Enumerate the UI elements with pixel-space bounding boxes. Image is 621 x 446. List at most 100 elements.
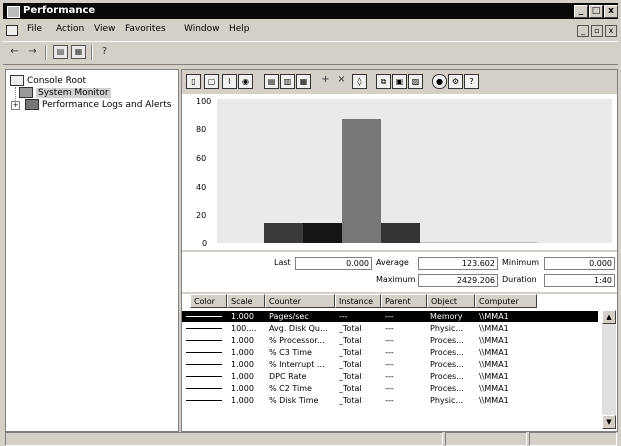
paste-counter-list-icon[interactable]: ▣ [392, 74, 407, 89]
freeze-display-icon[interactable]: ● [432, 74, 447, 89]
cell-parent: --- [385, 324, 394, 333]
folder-icon [10, 75, 24, 86]
vertical-scrollbar[interactable]: ▲ ▼ [602, 310, 616, 429]
y-tick-label: 80 [196, 125, 207, 134]
value-bar: Last 0.000 Average 123.602 Minimum 0.000… [182, 252, 617, 292]
counter-legend: Color Scale Counter Instance Parent Obje… [182, 294, 617, 431]
properties-icon[interactable]: ▦ [71, 45, 86, 59]
title-bar: Performance _ □ x [3, 3, 618, 19]
average-label: Average [376, 258, 409, 267]
average-value: 123.602 [418, 257, 498, 270]
duration-value: 1:40 [544, 274, 615, 287]
color-swatch [186, 316, 222, 317]
tree-item-performance-logs[interactable]: Performance Logs and Alerts [25, 99, 171, 110]
highlight-icon[interactable]: ◊ [352, 74, 367, 89]
cell-object: Proces... [430, 348, 464, 357]
performance-app-icon[interactable] [7, 6, 20, 18]
add-counter-icon[interactable]: + [318, 73, 333, 87]
y-tick-label: 60 [196, 154, 207, 163]
column-parent[interactable]: Parent [381, 294, 427, 308]
view-log-data-icon[interactable]: ◉ [238, 74, 253, 89]
cell-computer: \\MMA1 [479, 324, 509, 333]
status-pane [445, 432, 527, 446]
histogram-graph: 100 80 60 40 20 0 [182, 94, 617, 250]
cell-scale: 1.000 [231, 384, 254, 393]
update-data-icon[interactable]: ⚙ [448, 74, 463, 89]
menu-help[interactable]: Help [229, 24, 250, 34]
expand-toggle[interactable]: + [11, 101, 20, 110]
menu-action[interactable]: Action [56, 24, 84, 34]
logs-icon [25, 99, 39, 110]
cell-counter: Avg. Disk Qu... [269, 324, 328, 333]
column-object[interactable]: Object [427, 294, 475, 308]
cell-instance: _Total [339, 348, 362, 357]
cell-counter: % C2 Time [269, 384, 312, 393]
tree-item-system-monitor[interactable]: System Monitor [19, 87, 111, 98]
view-histogram-icon[interactable]: ▥ [280, 74, 295, 89]
column-computer[interactable]: Computer [475, 294, 537, 308]
last-value: 0.000 [295, 257, 372, 270]
copy-properties-icon[interactable]: ⧉ [376, 74, 391, 89]
close-button[interactable]: x [604, 5, 618, 18]
counter-row[interactable]: 1.000 Pages/sec --- --- Memory \\MMA1 [182, 311, 598, 322]
histogram-bar [303, 223, 342, 243]
mdi-minimize-button[interactable]: _ [577, 25, 589, 37]
show-hide-tree-icon[interactable]: ▤ [53, 45, 68, 59]
mdi-close-button[interactable]: x [605, 25, 617, 37]
console-tree: Console Root System Monitor + Performanc… [5, 69, 179, 432]
cell-counter: % C3 Time [269, 348, 312, 357]
mdi-restore-button[interactable]: ▫ [591, 25, 603, 37]
view-report-icon[interactable]: ▦ [296, 74, 311, 89]
color-swatch [186, 376, 222, 377]
counter-row[interactable]: 1.000 % C2 Time _Total --- Proces... \\MMA1 [182, 383, 598, 394]
scroll-up-icon[interactable]: ▲ [602, 310, 616, 324]
cell-scale: 100.... [231, 324, 257, 333]
minimize-button[interactable]: _ [574, 5, 588, 18]
counter-row[interactable]: 100.... Avg. Disk Qu... _Total --- Physic...… [182, 323, 598, 334]
color-swatch [186, 364, 222, 365]
counter-row[interactable]: 1.000 % Interrupt ... _Total --- Proces... \\… [182, 359, 598, 370]
tree-label-console-root: Console Root [27, 76, 86, 86]
maximize-button[interactable]: □ [589, 5, 603, 18]
clear-display-icon[interactable]: ▢ [204, 74, 219, 89]
cell-counter: DPC Rate [269, 372, 307, 381]
forward-arrow-icon[interactable]: → [25, 45, 40, 59]
y-tick-label: 20 [196, 211, 207, 220]
help-icon[interactable]: ? [464, 74, 479, 89]
minimum-value: 0.000 [544, 257, 615, 270]
column-scale[interactable]: Scale [227, 294, 265, 308]
color-swatch [186, 328, 222, 329]
menu-window[interactable]: Window [184, 24, 220, 34]
menu-file[interactable]: File [27, 24, 42, 34]
column-instance[interactable]: Instance [335, 294, 381, 308]
menu-favorites[interactable]: Favorites [125, 24, 166, 34]
help-icon[interactable]: ? [97, 45, 112, 59]
tree-item-console-root[interactable]: Console Root [10, 75, 86, 86]
window-title: Performance [23, 5, 96, 16]
counter-row[interactable]: 1.000 % C3 Time _Total --- Proces... \\MMA1 [182, 347, 598, 358]
delete-counter-icon[interactable]: × [334, 73, 349, 87]
counter-row[interactable]: 1.000 DPC Rate _Total --- Proces... \\MMA1 [182, 371, 598, 382]
column-counter[interactable]: Counter [265, 294, 335, 308]
histogram-bar [342, 119, 381, 243]
column-color[interactable]: Color [190, 294, 227, 308]
scroll-down-icon[interactable]: ▼ [602, 415, 616, 429]
console-icon[interactable] [6, 25, 18, 36]
cell-instance: --- [339, 312, 348, 321]
menu-view[interactable]: View [94, 24, 115, 34]
properties-icon[interactable]: ▨ [408, 74, 423, 89]
new-counter-set-icon[interactable]: ▯ [186, 74, 201, 89]
cell-parent: --- [385, 384, 394, 393]
cell-computer: \\MMA1 [479, 312, 509, 321]
last-label: Last [274, 258, 291, 267]
cell-instance: _Total [339, 336, 362, 345]
back-arrow-icon[interactable]: ← [7, 45, 22, 59]
counter-row[interactable]: 1.000 % Disk Time _Total --- Physic... \\MMA1 [182, 395, 598, 406]
view-current-activity-icon[interactable]: ⌇ [222, 74, 237, 89]
cell-counter: Pages/sec [269, 312, 309, 321]
histogram-bar [420, 242, 459, 243]
cell-instance: _Total [339, 360, 362, 369]
cell-computer: \\MMA1 [479, 336, 509, 345]
counter-row[interactable]: 1.000 % Processor... _Total --- Proces... \\M… [182, 335, 598, 346]
view-graph-icon[interactable]: ▤ [264, 74, 279, 89]
